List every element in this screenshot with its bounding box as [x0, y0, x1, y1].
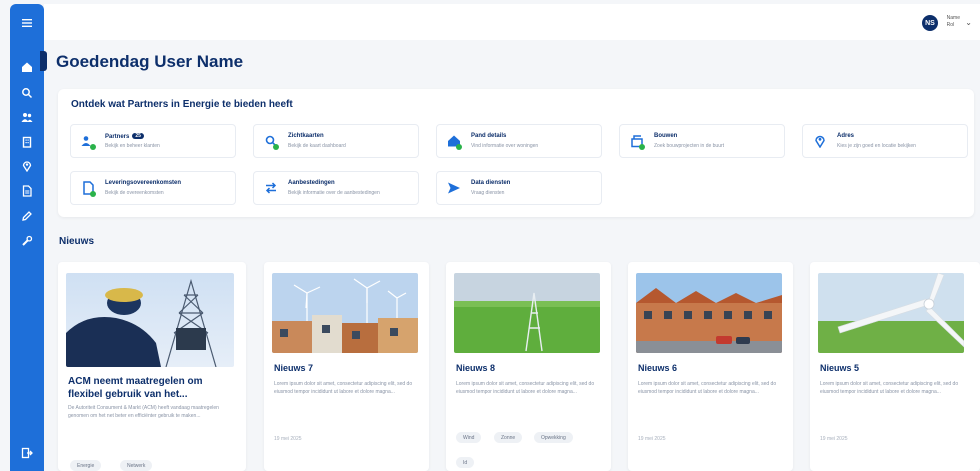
news-excerpt: Lorem ipsum dolor sit amet, consectetur …	[274, 381, 413, 395]
tile-title: Pand details	[471, 133, 507, 139]
add-badge-icon	[639, 144, 645, 150]
building-icon[interactable]	[10, 133, 44, 151]
add-badge-icon	[456, 144, 462, 150]
transfer-icon	[264, 181, 280, 197]
news-excerpt: Lorem ipsum dolor sit amet, consectetur …	[456, 381, 595, 395]
news-image	[636, 273, 782, 353]
news-tag[interactable]: Netwerk	[120, 460, 153, 471]
tile-subtitle: Bekijk de kaart dashboard	[288, 143, 346, 149]
tools-icon[interactable]	[10, 232, 44, 250]
edit-icon[interactable]	[10, 207, 44, 225]
menu-icon[interactable]	[10, 14, 44, 32]
news-image	[454, 273, 600, 353]
news-title: Nieuws 7	[274, 363, 314, 373]
add-badge-icon	[90, 144, 96, 150]
tile-subtitle: Bekijk informatie over de aanbestedingen	[288, 190, 380, 196]
tile-bouwen[interactable]: Bouwen Zoek bouwprojecten in de buurt	[619, 124, 785, 158]
tile-title: Bouwen	[654, 133, 678, 139]
news-tag[interactable]: Zonne	[494, 432, 523, 443]
search-icon[interactable]	[10, 84, 44, 102]
tile-subtitle: Vraag diensten	[471, 190, 505, 196]
tile-subtitle: Bekijk de overeenkomsten	[105, 190, 164, 196]
document-icon[interactable]	[10, 182, 44, 200]
news-tag[interactable]: Id	[456, 457, 475, 468]
news-excerpt: Lorem ipsum dolor sit amet, consectetur …	[638, 381, 777, 395]
tile-title: Aanbestedingen	[288, 180, 335, 186]
avatar[interactable]: NS	[922, 15, 938, 31]
chevron-down-icon[interactable]: ⌄	[965, 18, 972, 27]
news-excerpt: De Autoriteit Consument & Markt (ACM) he…	[68, 405, 219, 419]
location-pin-icon	[813, 134, 829, 150]
user-name: Name	[946, 15, 960, 21]
news-title: Nieuws 6	[638, 363, 678, 373]
news-date: 19 mei 2025	[820, 436, 848, 442]
pin-icon[interactable]	[10, 157, 44, 175]
tile-pand-details[interactable]: Pand details Vind informatie over woning…	[436, 124, 602, 158]
logout-icon[interactable]	[10, 444, 44, 462]
topbar: NS Name Rol ⌄	[44, 4, 980, 40]
news-card[interactable]: ACM neemt maatregelen om flexibel gebrui…	[58, 262, 246, 471]
news-heading: Nieuws	[59, 236, 95, 247]
news-excerpt: Lorem ipsum dolor sit amet, consectetur …	[820, 381, 959, 395]
news-title: Nieuws 5	[820, 363, 860, 373]
add-badge-icon	[273, 144, 279, 150]
people-icon[interactable]	[10, 108, 44, 126]
tile-title: Zichtkaarten	[288, 133, 324, 139]
user-menu[interactable]: Name Rol	[947, 15, 960, 29]
explore-title: Ontdek wat Partners in Energie te bieden…	[71, 99, 293, 110]
send-icon	[447, 181, 463, 197]
news-tag[interactable]: Energie	[70, 460, 102, 471]
news-image	[818, 273, 964, 353]
count-badge: 25	[132, 133, 144, 139]
tile-subtitle: Kies je zijn goed en locatie bekijken	[837, 143, 916, 149]
tile-partners[interactable]: Partners 25 Bekijk en beheer klanten	[70, 124, 236, 158]
news-image	[272, 273, 418, 353]
tile-zichtkaarten[interactable]: Zichtkaarten Bekijk de kaart dashboard	[253, 124, 419, 158]
tile-subtitle: Zoek bouwprojecten in de buurt	[654, 143, 725, 149]
news-tag[interactable]: Wind	[456, 432, 482, 443]
sidebar-active-indicator	[40, 51, 47, 71]
tile-title: Partners	[105, 134, 130, 140]
news-card[interactable]: Nieuws 8 Lorem ipsum dolor sit amet, con…	[446, 262, 611, 471]
news-image	[66, 273, 234, 367]
news-date: 19 mei 2025	[274, 436, 302, 442]
tile-data-diensten[interactable]: Data diensten Vraag diensten	[436, 171, 602, 205]
add-badge-icon	[90, 191, 96, 197]
tile-title: Data diensten	[471, 180, 511, 186]
tile-subtitle: Bekijk en beheer klanten	[105, 143, 160, 149]
news-tag[interactable]: Opwekking	[534, 432, 573, 443]
news-title: Nieuws 8	[456, 363, 496, 373]
explore-panel: Ontdek wat Partners in Energie te bieden…	[58, 89, 974, 217]
user-role: Rol	[946, 22, 955, 28]
news-card[interactable]: Nieuws 7 Lorem ipsum dolor sit amet, con…	[264, 262, 429, 471]
home-icon[interactable]	[10, 58, 44, 76]
sidebar	[10, 4, 44, 471]
news-date: 19 mei 2025	[638, 436, 666, 442]
news-card[interactable]: Nieuws 6 Lorem ipsum dolor sit amet, con…	[628, 262, 793, 471]
tile-aanbestedingen[interactable]: Aanbestedingen Bekijk informatie over de…	[253, 171, 419, 205]
page-title: Goedendag User Name	[56, 52, 244, 71]
news-title: ACM neemt maatregelen om flexibel gebrui…	[68, 376, 203, 400]
tile-leveringsovereenkomsten[interactable]: Leveringsovereenkomsten Bekijk de overee…	[70, 171, 236, 205]
tile-subtitle: Vind informatie over woningen	[471, 143, 539, 149]
tile-title: Leveringsovereenkomsten	[105, 180, 182, 186]
tile-adres[interactable]: Adres Kies je zijn goed en locatie bekij…	[802, 124, 968, 158]
news-card[interactable]: Nieuws 5 Lorem ipsum dolor sit amet, con…	[810, 262, 980, 471]
tile-title: Adres	[837, 133, 855, 139]
